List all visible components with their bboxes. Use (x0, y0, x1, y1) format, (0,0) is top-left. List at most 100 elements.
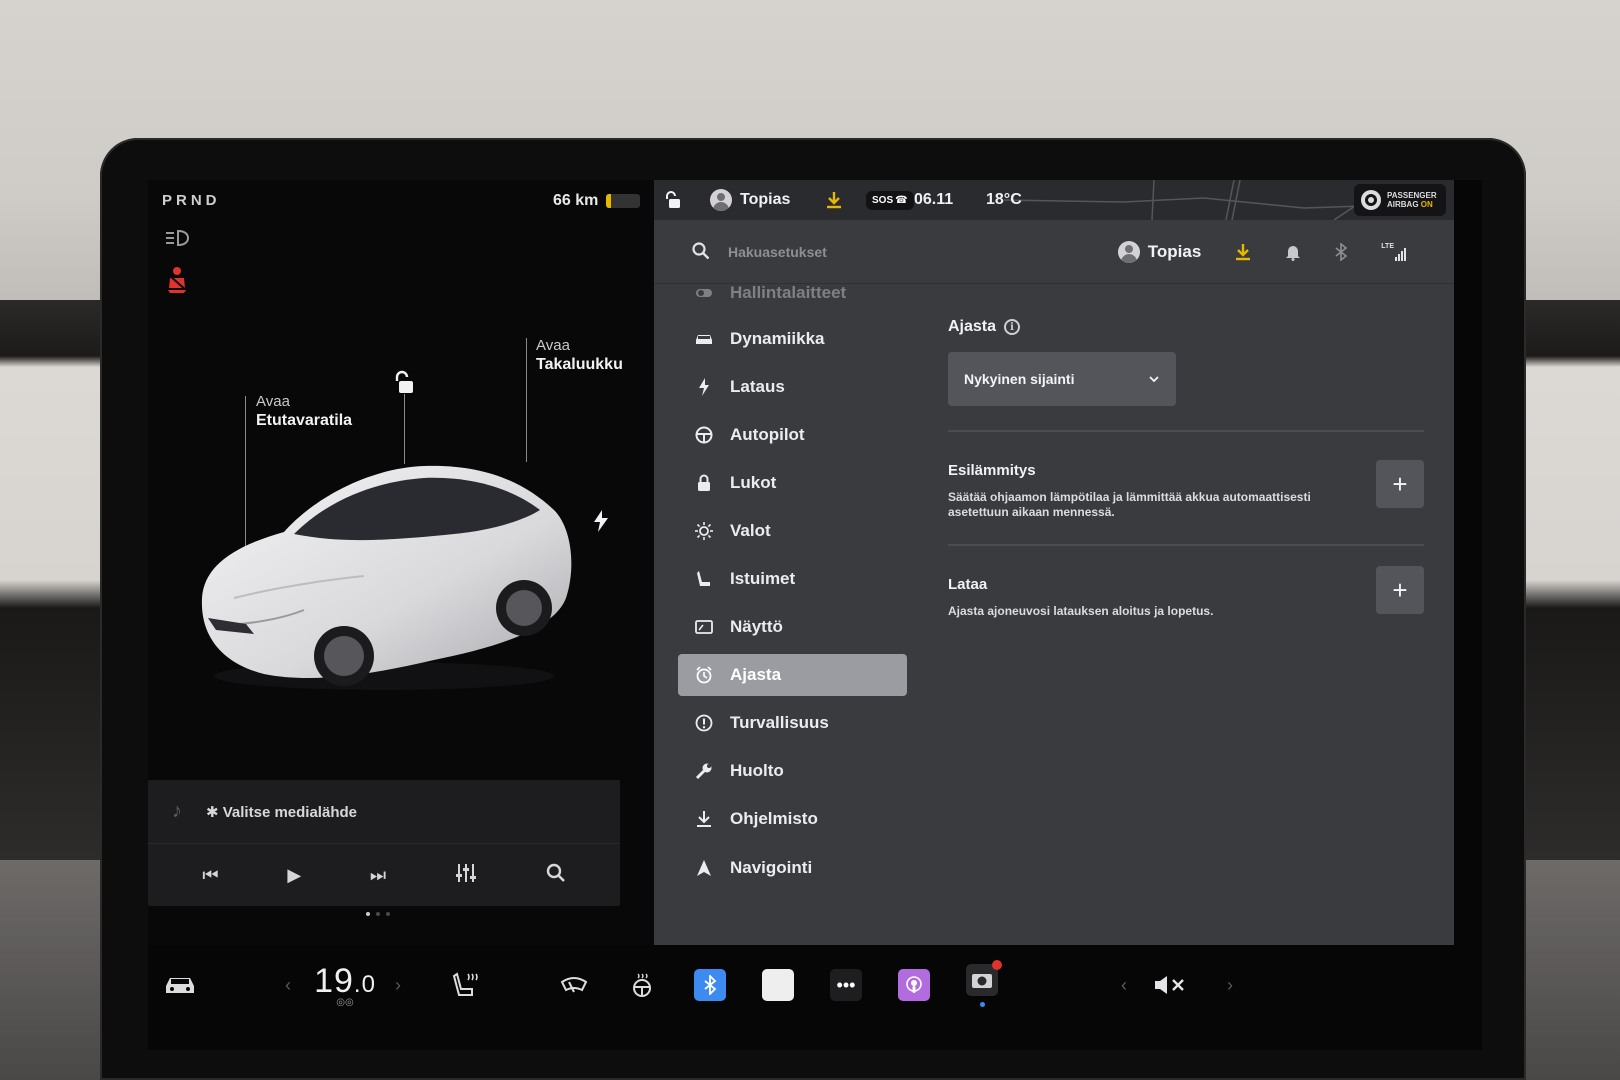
car-button[interactable] (156, 945, 204, 1025)
nav-item-lukot[interactable]: Lukot (678, 462, 907, 504)
clock: 06.11 (914, 180, 953, 220)
bluetooth-icon[interactable] (1335, 243, 1348, 261)
airbag-line2: AIRBAG (1387, 200, 1419, 209)
nav-item-ohjelmisto[interactable]: Ohjelmisto (678, 798, 907, 840)
download-icon[interactable] (1235, 243, 1251, 261)
volume-increase[interactable]: › (1218, 945, 1242, 1025)
trunk-action: Avaa (536, 337, 570, 354)
profile-button[interactable]: Topias (1117, 241, 1202, 263)
sun-icon (694, 522, 714, 540)
trunk-target: Takaluukku (536, 356, 623, 373)
dashcam-app[interactable] (962, 945, 1002, 1025)
status-bar: Topias SOS ☎ 06.11 18°C PASSENGER AIRBAG … (654, 180, 1454, 220)
range-indicator: 66 km (553, 192, 641, 210)
alarm-clock-icon (694, 666, 714, 684)
nav-item-dynamiikka[interactable]: Dynamiikka (678, 318, 907, 360)
nav-label: Turvallisuus (730, 713, 829, 732)
temp-increase[interactable]: › (386, 945, 410, 1025)
notes-icon (762, 969, 794, 1001)
nav-item-huolto[interactable]: Huolto (678, 750, 907, 792)
bluetooth-icon (694, 969, 726, 1001)
seatbelt-warning-icon (168, 267, 187, 293)
plus-icon: + (1392, 574, 1408, 605)
trunk-callout[interactable]: Avaa Takaluukku (536, 336, 623, 374)
steering-heat-button[interactable] (622, 945, 662, 1025)
lock-icon (694, 474, 714, 492)
temp-whole: 19 (314, 962, 354, 1000)
nav-label: Hallintalaitteet (730, 283, 847, 302)
nav-item-lataus[interactable]: Lataus (678, 366, 907, 408)
search-icon[interactable] (692, 242, 710, 260)
previous-track-icon[interactable]: ⏮ (202, 865, 218, 886)
unlock-status[interactable] (664, 180, 682, 220)
range-text: 66 km (553, 192, 599, 209)
plus-icon: + (1392, 468, 1408, 499)
steering-heat-icon (633, 973, 651, 997)
speaker-mute-icon (1155, 976, 1184, 994)
wiper-button[interactable] (554, 945, 594, 1025)
auto-headlight-icon (166, 229, 190, 247)
gear-selector[interactable]: PRND (162, 192, 221, 209)
nav-item-istuimet[interactable]: Istuimet (678, 558, 907, 600)
temp-decrease[interactable]: ‹ (276, 945, 300, 1025)
sos-button[interactable]: SOS ☎ (866, 180, 914, 220)
wrench-icon (694, 762, 714, 780)
toggle-icon (694, 287, 714, 299)
nav-item-ajasta[interactable]: Ajasta (678, 654, 907, 696)
search-icon[interactable] (546, 863, 566, 888)
page-dots (366, 912, 390, 916)
search-input[interactable]: Hakuasetukset (728, 244, 827, 260)
bottom-dock: ‹ 19.0 ◎◎ › ••• ‹ › (148, 945, 1482, 1050)
nav-label: Autopilot (730, 425, 805, 444)
add-precondition-button[interactable]: + (1376, 460, 1424, 508)
frunk-callout[interactable]: Avaa Etutavaratila (256, 392, 352, 430)
info-icon[interactable]: i (1004, 319, 1021, 335)
equalizer-icon[interactable] (455, 863, 477, 888)
avatar (710, 189, 732, 211)
next-track-icon[interactable]: ⏭ (370, 865, 386, 886)
media-player: ♪ ✱ Valitse medialähde ⏮ ▶ ⏭ (148, 780, 620, 906)
nav-item-valot[interactable]: Valot (678, 510, 907, 552)
dropdown-value: Nykyinen sijainti (964, 371, 1075, 387)
seat-heater-button[interactable] (446, 945, 486, 1025)
nav-item-hallintalaitteet[interactable]: Hallintalaitteet (678, 272, 907, 314)
nav-item-navigointi[interactable]: Navigointi (678, 847, 907, 889)
nav-label: Ajasta (730, 665, 782, 684)
podcast-icon (898, 969, 930, 1001)
frunk-action: Avaa (256, 393, 290, 410)
media-source-text: Valitse medialähde (222, 803, 357, 821)
section-heading: Ajasta (948, 318, 997, 335)
nav-item-turvallisuus[interactable]: Turvallisuus (678, 702, 907, 744)
download-icon (694, 810, 714, 828)
media-source-row[interactable]: ♪ ✱ Valitse medialähde (148, 780, 620, 844)
car-icon (694, 332, 714, 346)
nav-label: Lataus (730, 377, 785, 396)
divider (948, 430, 1424, 432)
more-apps-button[interactable]: ••• (826, 945, 866, 1025)
nav-item-autopilot[interactable]: Autopilot (678, 414, 907, 456)
fan-icon: ◎◎ (336, 997, 354, 1008)
bluetooth-icon: ✱ (206, 803, 223, 821)
profile-name: Topias (1147, 242, 1202, 261)
volume-mute-button[interactable] (1148, 945, 1192, 1025)
notes-app[interactable] (758, 945, 798, 1025)
cabin-temperature[interactable]: 19.0 ◎◎ (304, 945, 386, 1025)
podcasts-app[interactable] (894, 945, 934, 1025)
nav-label: Ohjelmisto (730, 809, 818, 828)
bell-icon[interactable] (1285, 243, 1301, 261)
add-charge-button[interactable]: + (1376, 566, 1424, 614)
cellular-signal: LTE (1381, 243, 1406, 261)
wiper-icon (560, 977, 588, 993)
nav-label: Näyttö (730, 617, 783, 636)
bluetooth-app[interactable] (690, 945, 730, 1025)
unlock-icon[interactable] (393, 370, 417, 396)
charge-port-icon[interactable] (592, 510, 610, 532)
chevron-right-icon: › (395, 974, 401, 995)
location-dropdown[interactable]: Nykyinen sijainti (948, 352, 1176, 406)
update-available[interactable] (826, 180, 842, 220)
volume-decrease[interactable]: ‹ (1112, 945, 1136, 1025)
driver-profile[interactable]: Topias (710, 180, 790, 220)
nav-item-naytto[interactable]: Näyttö (678, 606, 907, 648)
play-icon[interactable]: ▶ (287, 865, 301, 886)
media-source-label[interactable]: ✱ Valitse medialähde (206, 803, 357, 821)
